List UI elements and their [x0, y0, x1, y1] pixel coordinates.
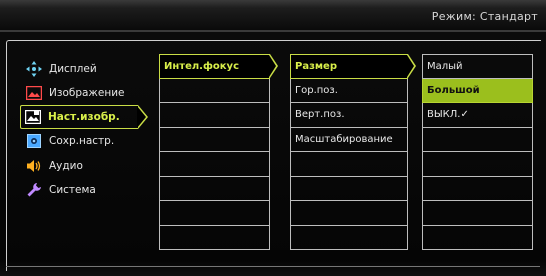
- menu-item-display[interactable]: Дисплей: [22, 57, 152, 81]
- mode-label: Режим: Стандарт: [431, 10, 538, 23]
- empty-cell: [159, 201, 270, 226]
- empty-cell: [422, 127, 533, 152]
- empty-cell: [159, 78, 270, 103]
- menu-item-label: Дисплей: [49, 63, 97, 76]
- empty-cell: [290, 152, 408, 177]
- empty-cell: [290, 225, 408, 250]
- submenu-column-3: Малый Большой ВЫКЛ.✓: [422, 54, 533, 250]
- empty-cell: [290, 201, 408, 226]
- empty-cell: [422, 176, 533, 201]
- osd-window: Режим: Стандарт Дисплей Изображение Наст…: [0, 0, 546, 276]
- option-h-position[interactable]: Гор.поз.: [290, 78, 408, 103]
- option-v-position[interactable]: Верт.поз.: [290, 103, 408, 128]
- menu-item-system[interactable]: Система: [22, 178, 152, 202]
- empty-cell: [290, 176, 408, 201]
- speaker-icon: [25, 158, 43, 174]
- bottom-divider: [6, 266, 540, 267]
- picture-settings-icon: [24, 109, 42, 125]
- option-scaling[interactable]: Масштабирование: [290, 127, 408, 152]
- empty-cell: [422, 201, 533, 226]
- option-small[interactable]: Малый: [422, 54, 533, 79]
- empty-cell: [422, 225, 533, 250]
- empty-cell: [422, 152, 533, 177]
- empty-cell: [159, 103, 270, 128]
- menu-item-audio[interactable]: Аудио: [22, 154, 152, 178]
- menu-item-label: Наст.изобр.: [48, 111, 120, 124]
- display-move-icon: [25, 61, 43, 78]
- menu-item-label: Система: [49, 183, 96, 196]
- empty-cell: [159, 176, 270, 201]
- menu-item-label: Сохр.настр.: [49, 135, 115, 148]
- option-large[interactable]: Большой: [422, 78, 533, 103]
- title-divider: [0, 30, 546, 32]
- submenu-column-2: Размер Гор.поз. Верт.поз. Масштабировани…: [290, 54, 416, 250]
- menu-item-picture-advanced[interactable]: Наст.изобр.: [20, 105, 148, 130]
- save-settings-icon: [25, 133, 43, 149]
- empty-cell: [159, 127, 270, 152]
- menu-item-label: Аудио: [49, 159, 83, 172]
- menu-item-picture[interactable]: Изображение: [22, 81, 152, 105]
- empty-cell: [159, 152, 270, 177]
- picture-icon: [25, 85, 43, 101]
- option-smart-focus[interactable]: Интел.фокус: [159, 54, 278, 79]
- option-size[interactable]: Размер: [290, 54, 416, 79]
- empty-cell: [159, 225, 270, 250]
- option-off[interactable]: ВЫКЛ.✓: [422, 103, 533, 128]
- wrench-icon: [25, 182, 43, 198]
- menu-item-label: Изображение: [49, 87, 125, 100]
- submenu-column-1: Интел.фокус: [159, 54, 278, 250]
- menu-item-save-settings[interactable]: Сохр.настр.: [22, 129, 152, 153]
- main-menu: Дисплей Изображение Наст.изобр. Сохр.нас…: [20, 57, 152, 202]
